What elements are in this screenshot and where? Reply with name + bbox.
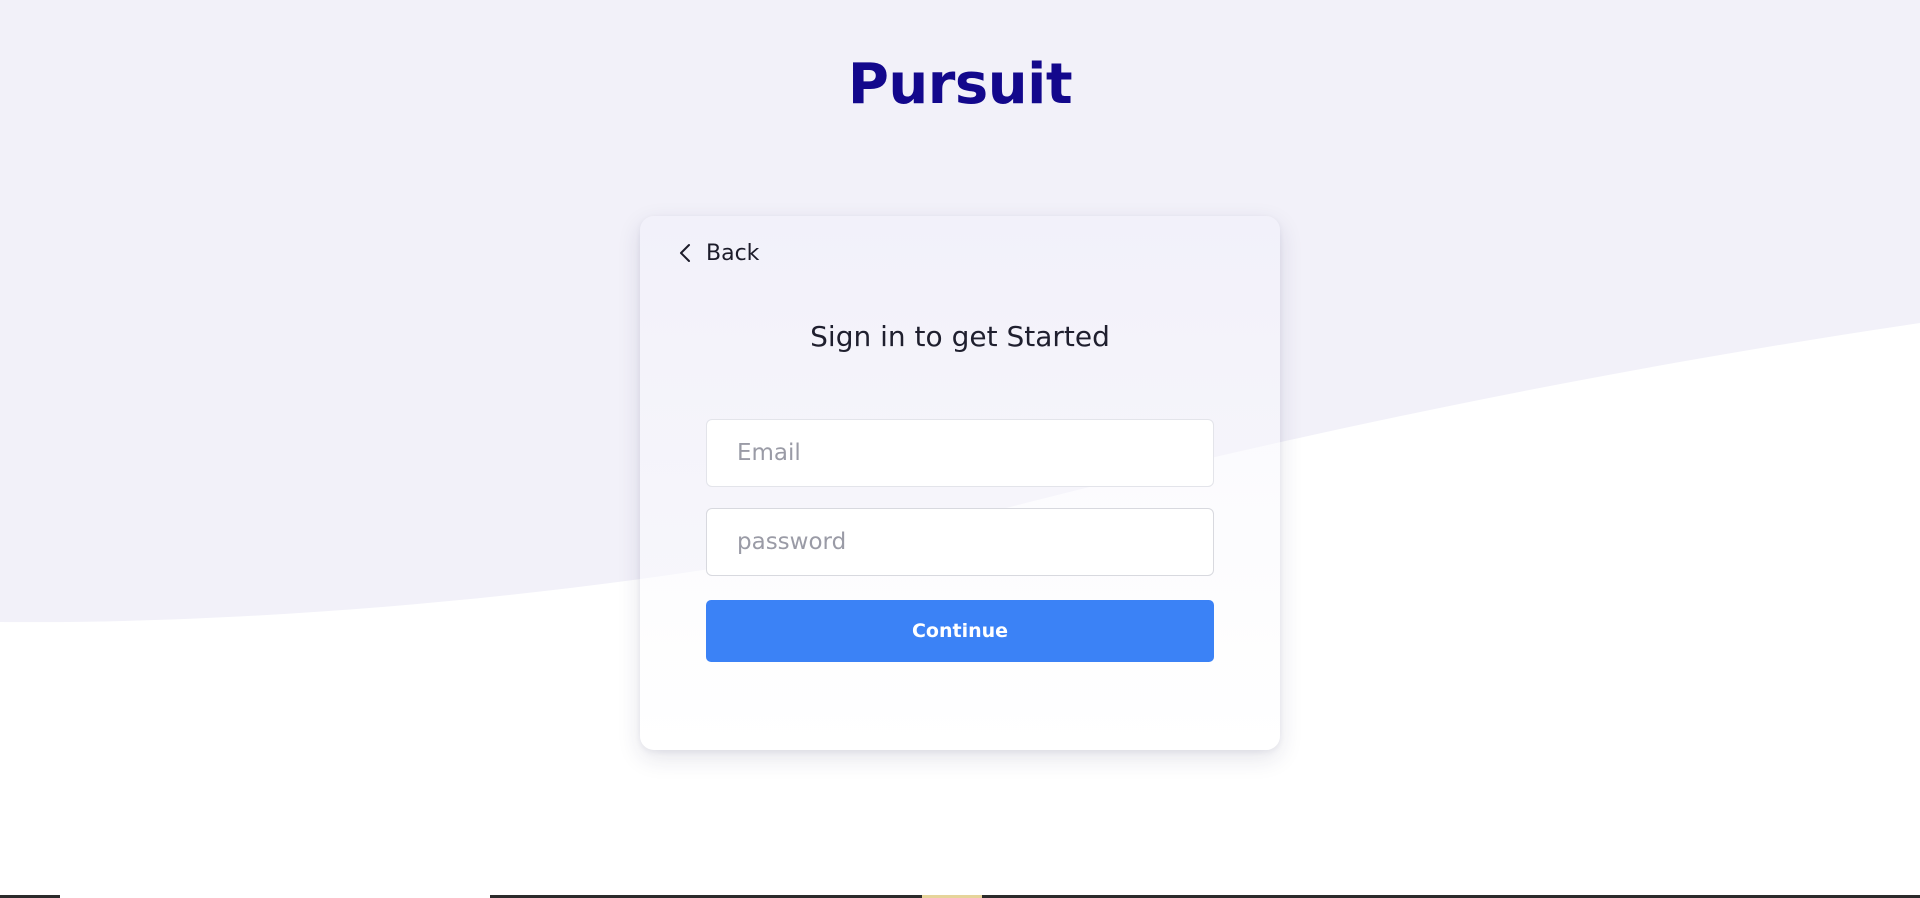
sign-in-card: Back Sign in to get Started Continue (640, 216, 1280, 750)
brand-logo: Pursuit (847, 52, 1073, 117)
continue-button[interactable]: Continue (706, 600, 1214, 662)
password-field[interactable] (706, 508, 1214, 576)
page-title: Sign in to get Started (810, 320, 1110, 353)
sign-in-page: Pursuit Back Sign in to get Started Cont… (0, 0, 1920, 898)
email-field[interactable] (706, 419, 1214, 487)
back-button[interactable]: Back (678, 238, 759, 268)
chevron-left-icon (680, 244, 690, 262)
back-label: Back (706, 240, 760, 266)
